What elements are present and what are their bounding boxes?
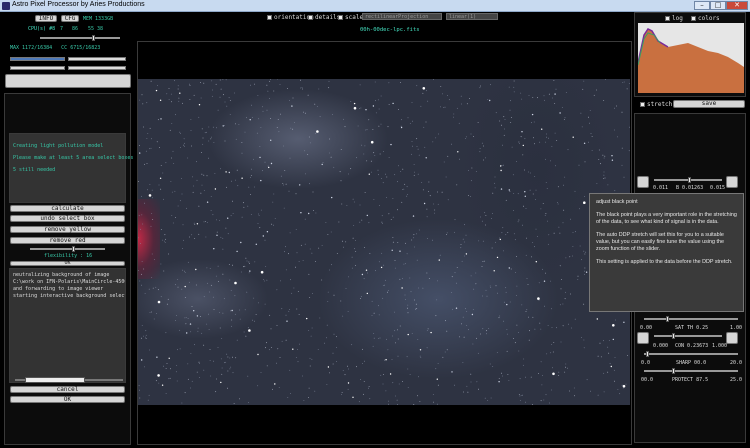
saturation-slider[interactable] [644, 316, 738, 322]
log-line-3: and forwarding to image viewer [13, 286, 104, 292]
remove-red-button[interactable]: remove red [10, 237, 125, 244]
maximize-button[interactable]: □ [710, 1, 726, 10]
coords-readout: MAX 1172/16384 CC 6715/16823 [10, 45, 101, 51]
minimize-button[interactable]: – [694, 1, 710, 10]
bp-decrease-button[interactable] [637, 176, 649, 188]
bp-value: B 0.01263 [676, 185, 704, 191]
astro-image[interactable] [138, 79, 630, 405]
status-line-2: Please make at least 5 area select boxes [13, 155, 134, 161]
histogram [638, 23, 744, 93]
ok-small-button[interactable]: OK [10, 261, 125, 266]
contrast-slider[interactable] [654, 333, 722, 339]
cpu-label: CPU(s) #8 [28, 26, 56, 32]
con-min: 0.000 [653, 343, 669, 349]
sat-min: 0.00 [640, 325, 653, 331]
scale-toggle[interactable]: scale [338, 14, 363, 21]
con-max: 1.000 [712, 343, 728, 349]
calculate-button[interactable]: calculate [10, 205, 125, 212]
log-line-4: starting interactive background selector [13, 293, 125, 299]
projection-dropdown[interactable]: rectilinearProjection [362, 13, 442, 20]
cancel-button[interactable]: cancel [10, 386, 125, 393]
tooltip-paragraph-3: This setting is applied to the data befo… [596, 259, 733, 265]
tooltip-paragraph-2: The auto DDP stretch will set this for y… [596, 232, 724, 252]
black-point-tooltip: adjust black point The black point plays… [589, 193, 744, 312]
window-title: Astro Pixel Processor by Aries Productio… [12, 1, 145, 8]
cpu-value-2: 86 [72, 26, 79, 32]
star-field [138, 79, 630, 405]
log-label: log [672, 15, 683, 22]
scale-label: scale [345, 14, 364, 21]
orientation-toggle[interactable]: orientation [267, 14, 314, 21]
protect-slider[interactable] [644, 368, 738, 374]
stretch-checkbox[interactable] [640, 102, 645, 107]
info-button[interactable]: INFO [35, 15, 57, 22]
log-scrollbar[interactable] [15, 377, 123, 383]
log-checkbox[interactable] [665, 16, 670, 21]
con-decrease-button[interactable] [637, 332, 649, 344]
zoom-dropdown[interactable]: linear(1) [446, 13, 498, 20]
flexibility-label: flexibility : 16 [44, 253, 93, 259]
progress-bar-4 [68, 66, 126, 70]
app-icon [2, 2, 10, 10]
details-label: details [315, 14, 341, 21]
bp-max: 0.015 [710, 185, 726, 191]
sharp-value: SHARP 00.0 [676, 360, 707, 366]
undo-select-box-button[interactable]: undo select box [10, 215, 125, 222]
memory-readout: MEM 1333GB [83, 16, 114, 22]
scale-checkbox[interactable] [338, 15, 343, 20]
log-toggle[interactable]: log [665, 15, 683, 22]
status-line-3: 5 still needed [13, 167, 56, 173]
ok-button[interactable]: OK [10, 396, 125, 403]
close-button[interactable]: ✕ [726, 1, 748, 10]
sat-max: 1.00 [730, 325, 743, 331]
cpu-slider[interactable] [40, 35, 120, 41]
histogram-panel: log colors [634, 12, 746, 97]
sharp-min: 0.0 [641, 360, 651, 366]
progress-bar-1 [10, 57, 65, 61]
filename-label: 00h-00dec-lpc.fits [360, 27, 420, 33]
save-button[interactable]: save [673, 100, 745, 108]
log-line-1: neutralizing background of image [13, 272, 110, 278]
bp-increase-button[interactable] [726, 176, 738, 188]
orientation-checkbox[interactable] [267, 15, 272, 20]
progress-bar-3 [10, 66, 65, 70]
sat-value: SAT TH 0.25 [675, 325, 709, 331]
status-box: Creating light pollution model Please ma… [9, 133, 133, 203]
con-value: CON 0.23673 [675, 343, 709, 349]
colors-checkbox[interactable] [691, 16, 696, 21]
wide-button[interactable] [5, 74, 131, 88]
colors-toggle[interactable]: colors [691, 15, 720, 22]
sharp-max: 20.0 [730, 360, 743, 366]
cpu-value-1: 7 [60, 26, 64, 32]
stretch-label: stretch [647, 101, 673, 108]
colors-label: colors [698, 15, 720, 22]
protect-max: 25.0 [730, 377, 743, 383]
stretch-toggle[interactable]: stretch [640, 101, 672, 108]
cpu-value-3: 55 38 [88, 26, 104, 32]
remove-yellow-button[interactable]: remove yellow [10, 226, 125, 233]
title-bar: Astro Pixel Processor by Aries Productio… [0, 0, 750, 12]
log-line-2: C:\work on IFN-Polaris\MainCircle-4500\L… [13, 279, 125, 285]
status-line-1: Creating light pollution model [13, 143, 104, 149]
flexibility-slider[interactable] [30, 246, 105, 252]
bp-min: 0.011 [653, 185, 669, 191]
details-checkbox[interactable] [308, 15, 313, 20]
cfg-button[interactable]: CFG [61, 15, 79, 22]
log-box: neutralizing background of image C:\work… [9, 268, 126, 383]
details-toggle[interactable]: details [308, 14, 340, 21]
protect-min: 00.0 [641, 377, 654, 383]
protect-value: PROTECT 87.5 [672, 377, 709, 383]
black-point-slider[interactable] [654, 177, 722, 183]
progress-bar-2 [68, 57, 126, 61]
sharp-slider[interactable] [644, 351, 738, 357]
tooltip-title: adjust black point [596, 199, 638, 205]
con-increase-button[interactable] [726, 332, 738, 344]
tooltip-paragraph-1: The black point plays a very important r… [596, 212, 737, 225]
